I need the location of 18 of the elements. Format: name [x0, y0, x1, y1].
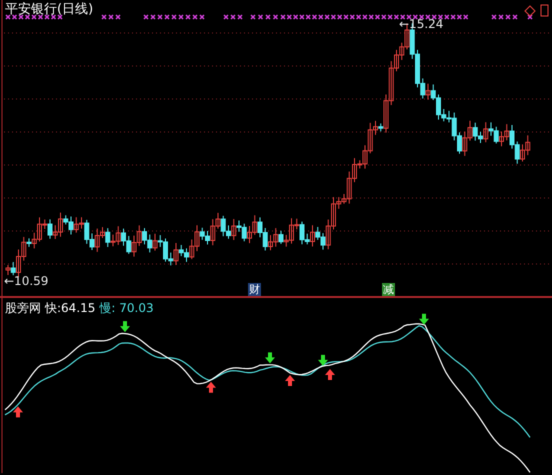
down-arrow-icon — [419, 314, 429, 325]
chart-title: 平安银行(日线) — [5, 1, 94, 18]
indicator-name: 股旁网 — [5, 300, 41, 317]
up-arrow-icon — [13, 406, 23, 418]
event-badge: 减 — [382, 283, 395, 296]
diamond-icon[interactable] — [524, 5, 536, 17]
up-arrow-icon — [206, 382, 216, 393]
up-arrow-icon — [285, 375, 295, 386]
down-arrow-icon — [265, 352, 275, 364]
price-label: ←10.59 — [4, 274, 48, 288]
square-icon[interactable] — [540, 4, 548, 16]
down-arrow-icon — [120, 321, 130, 332]
slow-reading: 慢: 70.03 — [99, 300, 154, 317]
fast-reading: 快:64.15 — [45, 300, 96, 317]
up-arrow-icon — [325, 369, 335, 380]
price-label: ←15.24 — [399, 17, 444, 31]
down-arrow-icon — [318, 354, 328, 366]
event-badge: 财 — [248, 283, 261, 296]
